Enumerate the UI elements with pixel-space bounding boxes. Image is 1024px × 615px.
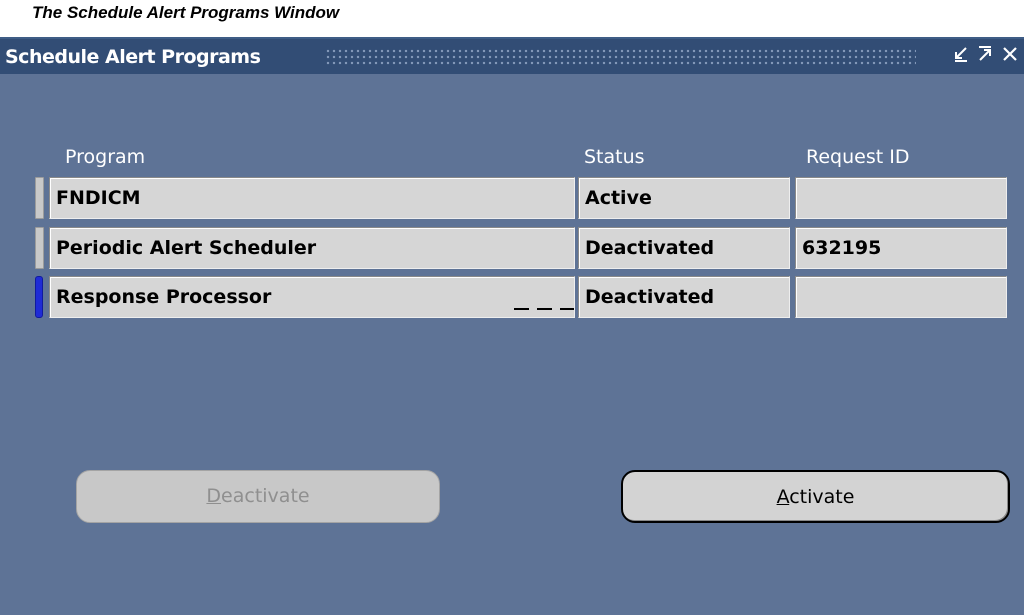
program-cell-text: Response Processor [56, 286, 272, 308]
figure-caption: The Schedule Alert Programs Window [32, 3, 340, 22]
close-icon[interactable] [1001, 45, 1019, 69]
status-cell[interactable]: Active [578, 177, 790, 219]
request-id-cell[interactable]: 632195 [795, 227, 1007, 269]
deactivate-label-rest: eactivate [221, 485, 310, 507]
column-header-program: Program [65, 146, 146, 168]
title-bar[interactable]: Schedule Alert Programs [0, 37, 1024, 74]
status-cell[interactable]: Deactivated [578, 227, 790, 269]
title-bar-drag-grip[interactable] [326, 49, 916, 65]
current-row-indicator[interactable] [35, 276, 43, 318]
column-header-request-id: Request ID [806, 146, 910, 168]
row-indicator[interactable] [35, 227, 44, 269]
request-id-cell[interactable] [795, 177, 1007, 219]
maximize-icon[interactable] [976, 45, 994, 69]
request-id-cell[interactable] [795, 276, 1007, 318]
deactivate-accel-key: D [206, 485, 222, 507]
activate-label-rest: ctivate [789, 486, 855, 508]
window-title: Schedule Alert Programs [5, 46, 261, 68]
deactivate-button[interactable]: Deactivate [76, 470, 440, 523]
program-cell[interactable]: FNDICM [49, 177, 575, 219]
minimize-icon[interactable] [952, 45, 970, 69]
status-cell[interactable]: Deactivated [578, 276, 790, 318]
activate-accel-key: A [776, 486, 790, 508]
schedule-alert-programs-window: Schedule Alert Programs Program Status R… [0, 37, 1024, 615]
row-indicator[interactable] [35, 177, 44, 219]
column-header-status: Status [584, 146, 645, 168]
activate-button[interactable]: Activate [621, 470, 1010, 523]
program-cell[interactable]: Periodic Alert Scheduler [49, 227, 575, 269]
field-cursor-marker [514, 305, 574, 311]
program-cell-current[interactable]: Response Processor [49, 276, 575, 318]
